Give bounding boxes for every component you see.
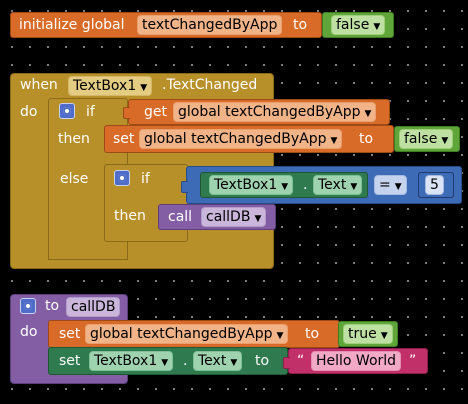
- initialize-global-label: initialize global: [19, 17, 125, 33]
- chevron-down-icon: ▼: [230, 358, 238, 368]
- then-label: then: [58, 131, 90, 147]
- false-dropdown[interactable]: false ▼: [331, 15, 386, 35]
- mutator-gear-icon[interactable]: [114, 170, 130, 186]
- text-string-block[interactable]: “ Hello World ”: [283, 348, 428, 374]
- false-value-block[interactable]: false ▼: [322, 12, 394, 38]
- chevron-down-icon: ▼: [330, 136, 338, 146]
- setter-component-dropdown[interactable]: TextBox1 ▼: [89, 351, 174, 371]
- if-label: if: [86, 104, 95, 120]
- chevron-down-icon: ▼: [140, 83, 148, 93]
- chevron-down-icon: ▼: [364, 109, 372, 119]
- chevron-down-icon: ▼: [254, 214, 262, 224]
- chevron-down-icon: ▼: [161, 358, 169, 368]
- mutator-gear-icon[interactable]: [59, 103, 75, 119]
- getter-component-dropdown[interactable]: TextBox1 ▼: [209, 175, 294, 195]
- set-var-dropdown[interactable]: global textChangedByApp ▼: [139, 129, 343, 149]
- global-var-name: textChangedByApp: [142, 17, 278, 33]
- set-global-block[interactable]: set global textChangedByApp ▼ to: [104, 125, 394, 153]
- call-proc-dropdown[interactable]: callDB ▼: [201, 207, 267, 227]
- call-proc-name: callDB: [206, 209, 251, 225]
- global-var-name-field[interactable]: textChangedByApp: [137, 15, 283, 35]
- set-label: set: [113, 131, 135, 147]
- set-label: set: [59, 353, 81, 369]
- inner-if-label: if: [141, 171, 150, 187]
- setter-property-name: Text: [198, 353, 227, 369]
- set-to-label: to: [305, 326, 320, 342]
- procedure-do-label: do: [20, 324, 38, 340]
- compare-operator-dropdown[interactable]: = ▼: [374, 175, 407, 195]
- chevron-down-icon: ▼: [373, 22, 381, 32]
- set-var-name: global textChangedByApp: [144, 131, 327, 147]
- component-name: TextBox1: [73, 78, 137, 94]
- compare-block-plug: [181, 181, 188, 193]
- chevron-down-icon: ▼: [350, 182, 358, 192]
- get-block-plug: [123, 107, 130, 119]
- do-label: do: [20, 104, 38, 120]
- chevron-down-icon: ▼: [441, 136, 449, 146]
- true-value-block[interactable]: true ▼: [338, 321, 398, 347]
- setter-property-dropdown[interactable]: Text ▼: [193, 351, 243, 371]
- setter-component-name: TextBox1: [94, 353, 158, 369]
- procedure-name-field[interactable]: callDB: [66, 297, 121, 317]
- string-block-plug: [283, 357, 290, 369]
- get-var-name: global textChangedByApp: [178, 104, 361, 120]
- event-name-label: .TextChanged: [162, 77, 258, 93]
- chevron-down-icon: ▼: [276, 331, 284, 341]
- to-label: to: [293, 17, 308, 33]
- procedure-to-label: to: [45, 298, 60, 314]
- get-global-block[interactable]: get global textChangedByApp ▼: [123, 99, 390, 125]
- component-dropdown[interactable]: TextBox1 ▼: [68, 76, 153, 96]
- quote-open: “: [297, 353, 305, 369]
- component-getter-block[interactable]: TextBox1 ▼ . Text ▼: [200, 172, 368, 198]
- set-to-label: to: [359, 131, 374, 147]
- string-field[interactable]: Hello World: [311, 351, 402, 371]
- false-value-block[interactable]: false ▼: [394, 126, 460, 152]
- procedure-name: callDB: [71, 299, 116, 315]
- false-value-text: false: [404, 131, 438, 147]
- getter-component-name: TextBox1: [214, 177, 278, 193]
- else-label: else: [60, 171, 89, 187]
- initialize-global-block[interactable]: initialize global textChangedByApp to: [10, 12, 322, 38]
- call-procedure-block[interactable]: call callDB ▼: [158, 204, 276, 230]
- set-global-block[interactable]: set global textChangedByApp ▼ to: [48, 320, 340, 348]
- false-dropdown[interactable]: false ▼: [399, 129, 454, 149]
- inner-then-label: then: [114, 208, 146, 224]
- number-value: 5: [430, 177, 439, 193]
- set-to-label: to: [255, 353, 270, 369]
- quote-close: ”: [409, 353, 417, 369]
- call-label: call: [168, 209, 193, 225]
- set-var-name: global textChangedByApp: [90, 326, 273, 342]
- compare-operator: =: [379, 177, 391, 193]
- true-dropdown[interactable]: true ▼: [343, 324, 393, 344]
- chevron-down-icon: ▼: [380, 331, 388, 341]
- set-label: set: [59, 326, 81, 342]
- dot-label: .: [183, 353, 188, 369]
- get-var-dropdown[interactable]: global textChangedByApp ▼: [173, 102, 377, 122]
- set-property-block[interactable]: set TextBox1 ▼ . Text ▼ to: [48, 347, 288, 375]
- getter-property-name: Text: [318, 177, 347, 193]
- string-value: Hello World: [316, 353, 397, 369]
- chevron-down-icon: ▼: [281, 182, 289, 192]
- dot-label: .: [303, 177, 308, 193]
- false-value-text: false: [336, 17, 370, 33]
- set-var-dropdown[interactable]: global textChangedByApp ▼: [85, 324, 289, 344]
- if-else-block-tail: [48, 240, 128, 260]
- when-label: when: [20, 77, 58, 93]
- chevron-down-icon: ▼: [394, 182, 402, 192]
- number-block[interactable]: 5: [418, 172, 454, 198]
- get-label: get: [144, 104, 167, 120]
- mutator-gear-icon[interactable]: [20, 298, 36, 314]
- number-field[interactable]: 5: [425, 175, 444, 195]
- true-value-text: true: [348, 326, 377, 342]
- getter-property-dropdown[interactable]: Text ▼: [313, 175, 363, 195]
